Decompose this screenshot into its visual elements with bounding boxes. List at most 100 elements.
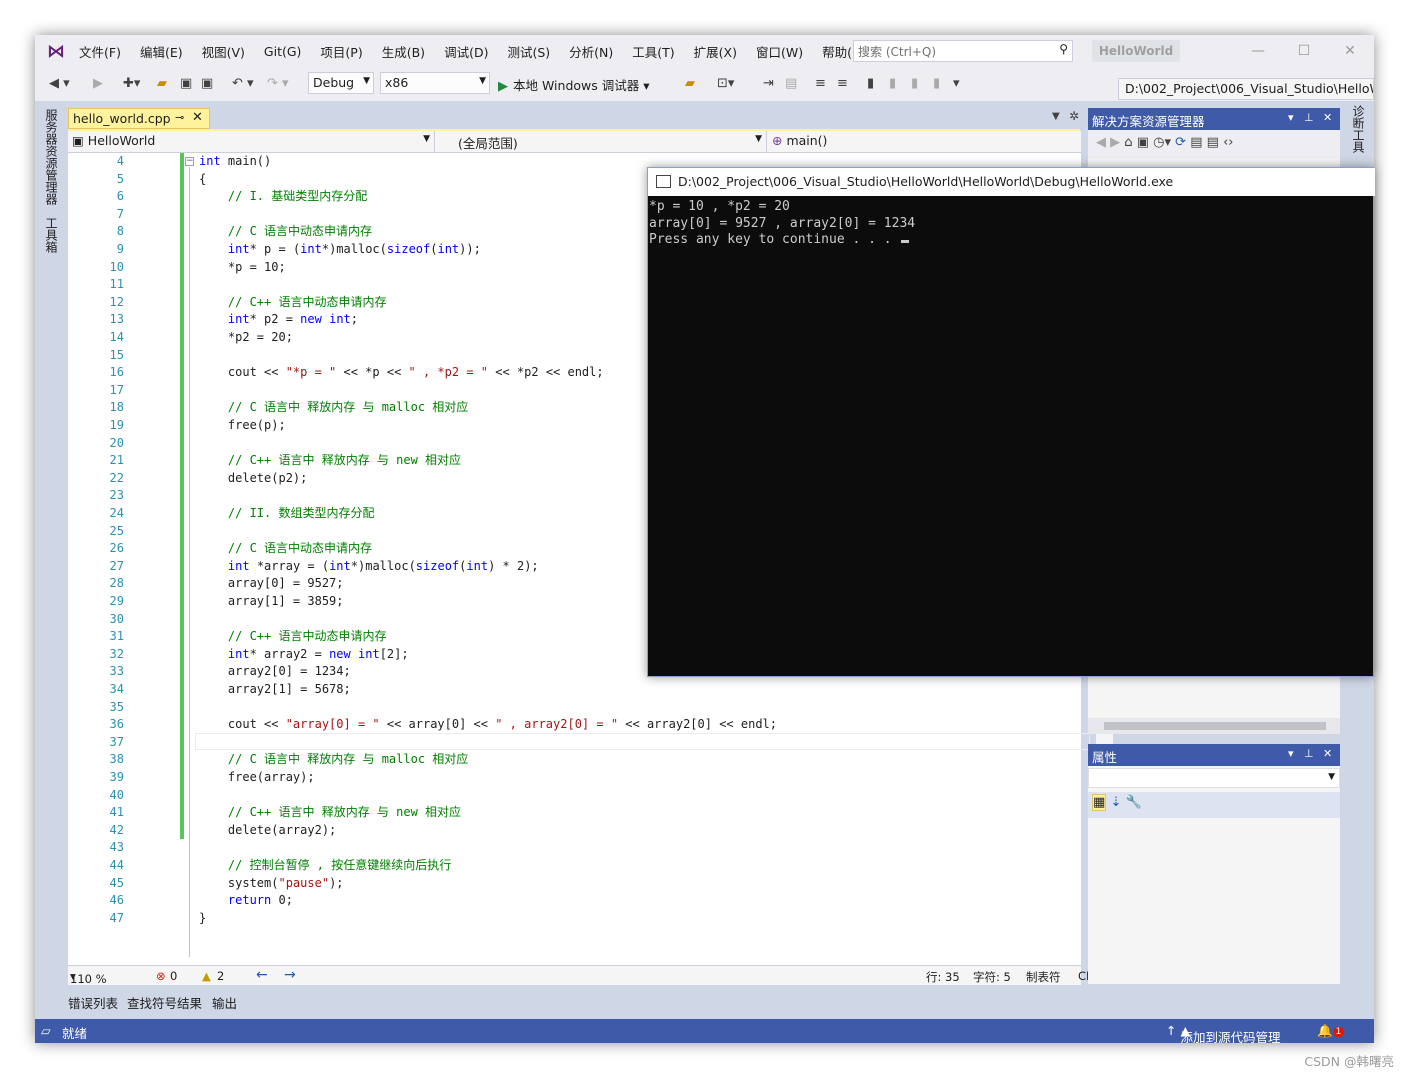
menu-project[interactable]: 项目(P) [320,42,362,61]
categorized-icon[interactable]: ▦ [1092,794,1107,811]
horizontal-scrollbar[interactable] [1088,718,1340,734]
tab-output[interactable]: 输出 [212,993,237,1012]
error-count[interactable]: 0 [170,969,177,983]
bookmark-icon[interactable]: ▮ [867,76,874,92]
search-input[interactable]: 搜索 (Ctrl+Q) ⚲ [853,40,1073,62]
next-bookmark-icon[interactable]: ▮ [911,76,918,92]
minimize-icon[interactable]: — [1243,39,1273,63]
add-to-source-control-button[interactable]: ↑ 添加到源代码管理 ▲ [1166,1023,1280,1043]
redo-icon[interactable]: ↷ ▾ [267,76,289,92]
tab-list-icon[interactable]: ▼ [1052,111,1060,122]
line-number: 32 [109,646,124,661]
line-number: 16 [109,365,124,380]
clear-bookmarks-icon[interactable]: ▮ [933,76,940,92]
new-project-icon[interactable]: ✚▾ [123,76,140,92]
switch-view-icon[interactable]: ▣ [1137,135,1149,150]
sync-icon[interactable]: ⟳ [1175,135,1186,150]
pin-icon[interactable]: ⊥ [1304,747,1314,760]
close-icon[interactable]: ✕ [1335,39,1365,63]
collapse-icon[interactable]: − [185,157,194,166]
open-folder-icon[interactable]: ▰ [157,76,167,92]
property-pages-icon[interactable]: 🔧 [1125,795,1141,810]
menu-extensions[interactable]: 扩展(X) [694,42,737,61]
menu-git[interactable]: Git(G) [264,44,302,59]
line-number: 43 [109,840,124,855]
maximize-icon[interactable]: ☐ [1289,39,1319,63]
forward-icon[interactable]: ▶ [93,76,103,92]
menu-window[interactable]: 窗口(W) [756,42,803,61]
collapse-all-icon[interactable]: ▤ [1190,135,1202,150]
menu-edit[interactable]: 编辑(E) [140,42,183,61]
properties-panel[interactable]: ▼ ▦ ⇣ 🔧 [1088,766,1340,984]
server-explorer-tab[interactable]: 服务器资源管理器 [43,109,60,205]
source-control-label: 添加到源代码管理 [1180,1030,1281,1043]
close-tab-icon[interactable]: ✕ [192,110,203,125]
close-icon[interactable]: ✕ [1323,747,1332,760]
toolbar-overflow-icon[interactable]: ▾ [953,76,960,92]
menu-debug[interactable]: 调试(D) [444,42,488,61]
save-all-icon[interactable]: ▣ [201,76,213,92]
line-number: 23 [109,488,124,503]
back-icon[interactable]: ◀ [1096,135,1106,150]
step-icon[interactable]: ⇥ [763,76,774,92]
menu-analyze[interactable]: 分析(N) [569,42,613,61]
line-number: 31 [109,629,124,644]
undo-icon[interactable]: ↶ ▾ [232,76,254,92]
comment-icon[interactable]: ≡ [815,76,826,92]
menu-view[interactable]: 视图(V) [202,42,245,61]
forward-icon[interactable]: ▶ [1110,135,1120,150]
arrow-right-icon[interactable]: → [284,967,296,983]
project-dropdown[interactable]: ▣ HelloWorld ▼ [68,132,433,151]
chevron-down-icon: ▼ [423,134,430,144]
editor-status-strip: 110 % ▾ ⊗ 0 ▲ 2 ← → 行: 35 字符: 5 制表符 CRLF [68,965,1107,986]
screenshot-icon[interactable]: ⊡▾ [717,76,734,92]
start-debugging-button[interactable]: ▶ 本地 Windows 调试器 ▾ [498,75,650,94]
tabs-indicator[interactable]: 制表符 [1026,969,1061,985]
tab-error-list[interactable]: 错误列表 [68,993,118,1012]
line-number: 26 [109,541,124,556]
object-selector[interactable]: ▼ [1088,768,1340,788]
format-icon[interactable]: ▤ [785,76,797,92]
back-icon[interactable]: ◀ ▾ [49,76,70,92]
diagnostic-tools-tab[interactable]: 诊断工具 [1350,105,1367,153]
find-in-files-icon[interactable]: ▰ [685,76,695,92]
save-icon[interactable]: ▣ [180,76,192,92]
scope-dropdown[interactable]: (全局范围) ▼ [436,132,765,151]
dropdown-icon[interactable]: ▾ [1288,747,1294,760]
prev-bookmark-icon[interactable]: ▮ [889,76,896,92]
home-icon[interactable]: ⌂ [1124,135,1132,150]
notifications-icon[interactable]: 🔔 1 [1317,1023,1345,1039]
configuration-dropdown[interactable]: Debug ▼ [308,72,374,94]
pin-icon[interactable]: ⊥ [1304,111,1314,124]
alphabetical-icon[interactable]: ⇣ [1110,795,1121,810]
code-line: // 控制台暂停 , 按任意键继续向后执行 [227,858,452,872]
code-line: // C 语言中 释放内存 与 malloc 相对应 [227,752,469,767]
status-text: 就绪 [62,1026,88,1041]
toolbox-tab[interactable]: 工具箱 [43,217,60,253]
platform-dropdown[interactable]: x86 ▼ [380,72,490,94]
settings-icon[interactable]: ✲ [1069,109,1079,123]
menu-build[interactable]: 生成(B) [382,42,425,61]
show-all-files-icon[interactable]: ▤ [1207,135,1219,150]
uncomment-icon[interactable]: ≡ [837,76,848,92]
document-tab[interactable]: hello_world.cpp ⊸ ✕ [68,108,210,129]
line-number: 15 [109,347,124,362]
zoom-value: 110 % [70,972,107,986]
arrow-left-icon[interactable]: ← [256,967,268,983]
menu-file[interactable]: 文件(F) [79,42,121,61]
history-icon[interactable]: ◷▾ [1153,135,1171,150]
char-indicator: 字符: 5 [973,970,1011,984]
code-view-icon[interactable]: ‹› [1223,135,1233,150]
line-indicator: 行: 35 [926,970,960,984]
member-dropdown[interactable]: ⊕ main()▼ [768,132,1098,151]
menu-tools[interactable]: 工具(T) [632,42,674,61]
warning-count[interactable]: 2 [217,969,224,983]
console-window[interactable]: D:\002_Project\006_Visual_Studio\HelloWo… [647,167,1375,677]
pin-icon[interactable]: ⊸ [175,111,184,124]
dropdown-icon[interactable]: ▾ [1288,111,1294,124]
close-icon[interactable]: ✕ [1323,111,1332,124]
menu-test[interactable]: 测试(S) [507,42,550,61]
zoom-dropdown[interactable]: 110 % ▾ [70,969,107,986]
scroll-thumb[interactable] [1104,722,1326,730]
tab-find-symbol-results[interactable]: 查找符号结果 [127,993,202,1012]
